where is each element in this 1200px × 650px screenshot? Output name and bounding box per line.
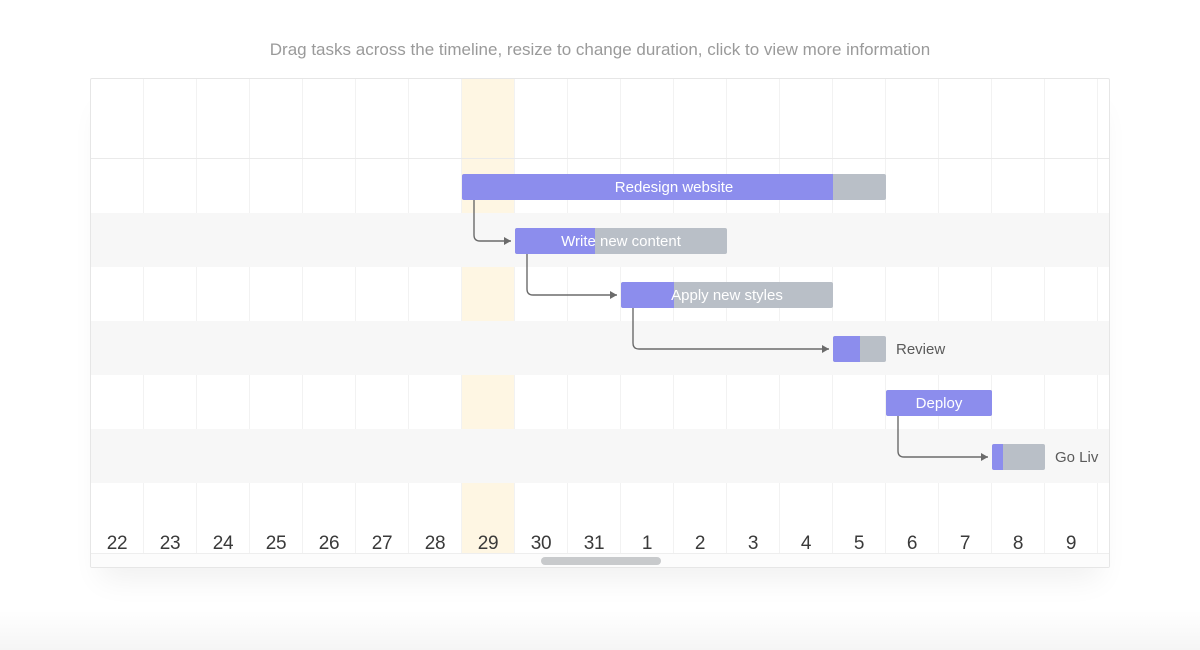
task-row: Redesign website <box>91 159 1109 213</box>
task-label: Apply new styles <box>663 287 791 304</box>
task-bar-review[interactable] <box>833 336 886 362</box>
scrollbar-thumb[interactable] <box>541 557 661 565</box>
date-label: 31 <box>568 533 620 555</box>
date-label: 26 <box>303 533 355 555</box>
task-row: Write new content <box>91 213 1109 267</box>
date-label: 30 <box>515 533 567 555</box>
task-progress <box>992 444 1003 470</box>
date-label: 2 <box>674 533 726 555</box>
date-label: 7 <box>939 533 991 555</box>
date-label: 28 <box>409 533 461 555</box>
task-row: Review <box>91 321 1109 375</box>
task-row: Deploy <box>91 375 1109 429</box>
task-bar-write[interactable]: Write new content <box>515 228 727 254</box>
date-label: 4 <box>780 533 832 555</box>
date-label: 9 <box>1045 533 1097 555</box>
task-rows: Redesign website Write new content Apply n… <box>91 159 1109 483</box>
task-label: Deploy <box>908 395 971 412</box>
task-label: Go Liv <box>1049 444 1098 470</box>
task-label: Review <box>890 336 945 362</box>
date-label: 22 <box>91 533 143 555</box>
task-bar-deploy[interactable]: Deploy <box>886 390 992 416</box>
date-label: 29 <box>462 533 514 555</box>
task-bar-golive[interactable] <box>992 444 1045 470</box>
date-label: 8 <box>992 533 1044 555</box>
task-label: Redesign website <box>607 179 741 196</box>
date-label: 3 <box>727 533 779 555</box>
task-row: Go Liv <box>91 429 1109 483</box>
horizontal-scrollbar[interactable] <box>91 553 1109 567</box>
instructions-text: Drag tasks across the timeline, resize t… <box>0 0 1200 78</box>
date-label: 5 <box>833 533 885 555</box>
gantt-chart[interactable]: 22232425262728293031123456789 Redesign w… <box>90 78 1110 568</box>
date-label: 6 <box>886 533 938 555</box>
task-progress <box>833 336 860 362</box>
date-label: 27 <box>356 533 408 555</box>
footer-shadow <box>0 610 1200 650</box>
date-label: 24 <box>197 533 249 555</box>
task-bar-redesign[interactable]: Redesign website <box>462 174 886 200</box>
date-label: 23 <box>144 533 196 555</box>
task-bar-styles[interactable]: Apply new styles <box>621 282 833 308</box>
date-label: 1 <box>621 533 673 555</box>
task-label: Write new content <box>553 233 689 250</box>
date-label: 25 <box>250 533 302 555</box>
task-row: Apply new styles <box>91 267 1109 321</box>
